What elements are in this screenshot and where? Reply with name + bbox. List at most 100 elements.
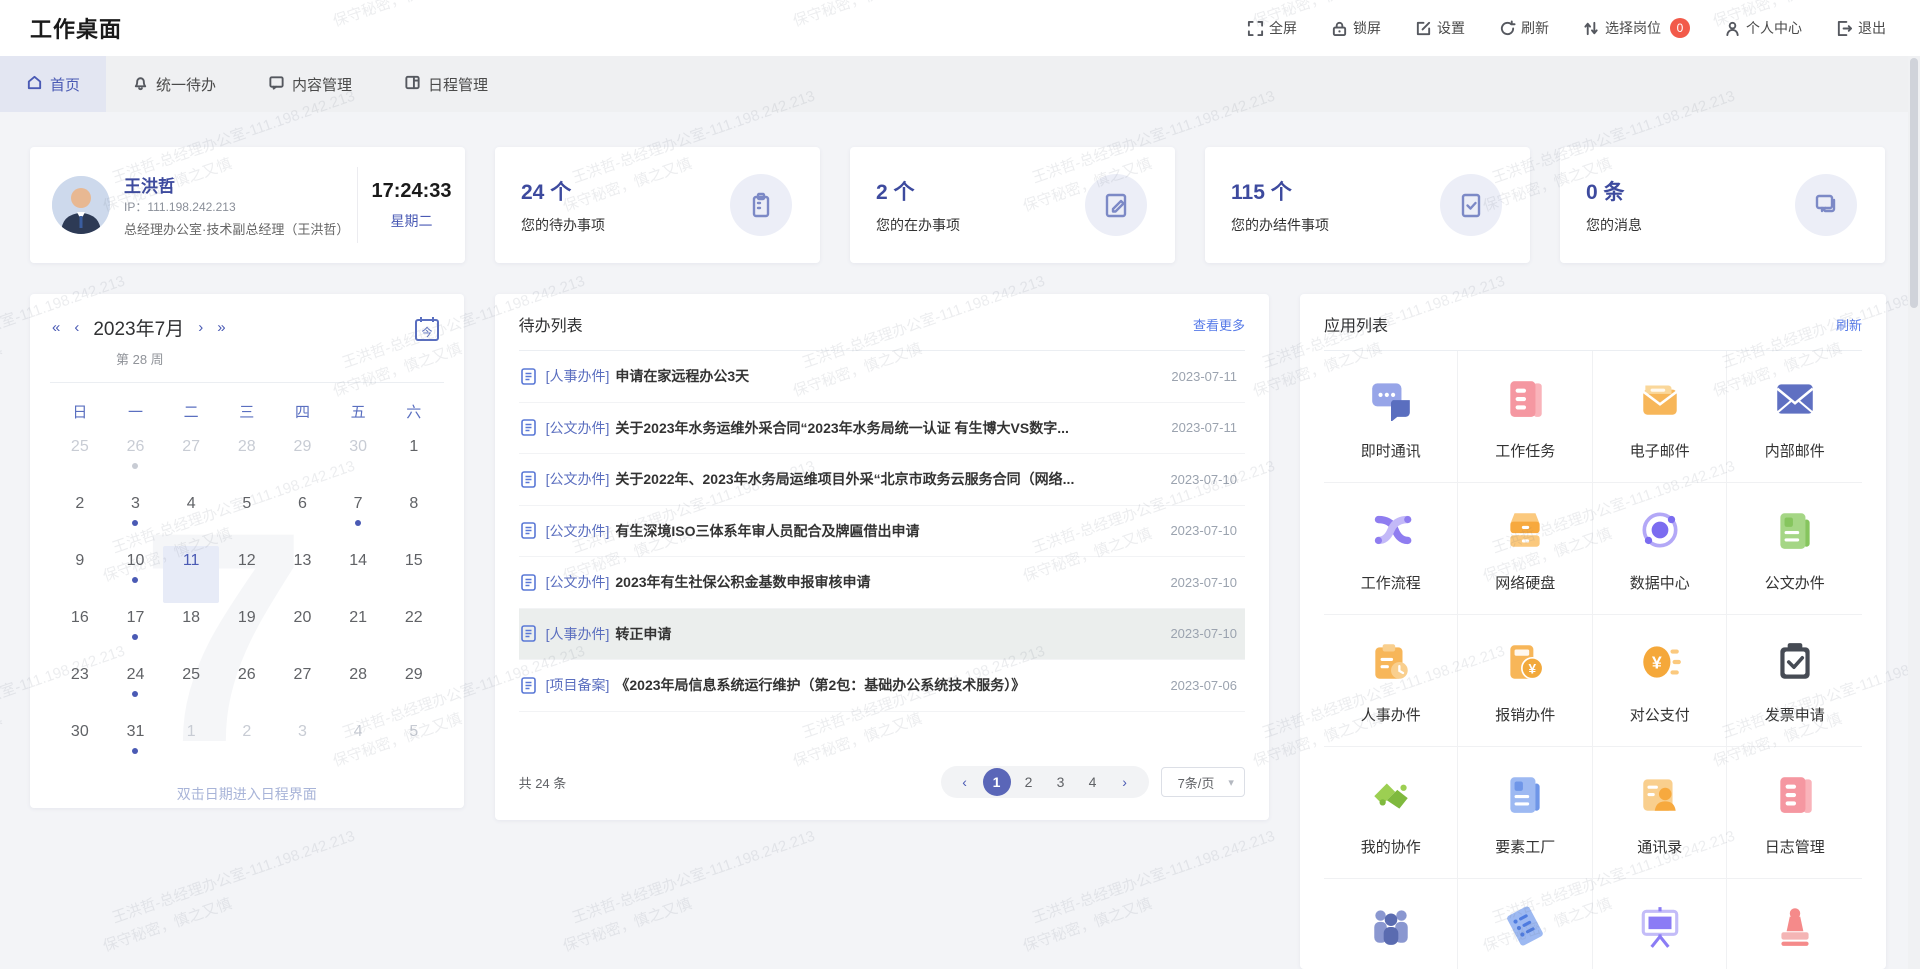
calendar-day[interactable]: 4 (163, 489, 219, 546)
calendar-day[interactable]: 25 (52, 432, 108, 489)
header-action-刷新[interactable]: 刷新 (1499, 18, 1549, 38)
calendar-day[interactable]: 27 (163, 432, 219, 489)
tab-统一待办[interactable]: 统一待办 (106, 56, 242, 112)
next-page-button[interactable]: › (1111, 768, 1139, 796)
header-action-锁屏[interactable]: 锁屏 (1331, 18, 1381, 38)
todo-item[interactable]: [人事办件]转正申请2023-07-10 (519, 609, 1245, 661)
calendar-day[interactable]: 5 (386, 717, 442, 774)
app-人事办件[interactable]: 人事办件 (1324, 615, 1459, 747)
calendar-day[interactable]: 26 (219, 660, 275, 717)
page-button-2[interactable]: 2 (1015, 768, 1043, 796)
calendar-day[interactable]: 4 (330, 717, 386, 774)
header-action-个人中心[interactable]: 个人中心 (1724, 18, 1802, 38)
prev-month-button[interactable]: ‹ (74, 319, 79, 336)
stat-card-4[interactable]: 0 条您的消息 (1560, 147, 1885, 263)
calendar-day[interactable]: 25 (163, 660, 219, 717)
calendar-day[interactable]: 2 (52, 489, 108, 546)
header-action-选择岗位[interactable]: 选择岗位0 (1583, 18, 1690, 38)
app-我的协作[interactable]: 我的协作 (1324, 747, 1459, 879)
header-action-退出[interactable]: 退出 (1836, 18, 1886, 38)
calendar-day[interactable]: 14 (330, 546, 386, 603)
calendar-day[interactable]: 1 (163, 717, 219, 774)
app-即时通讯[interactable]: 即时通讯 (1324, 351, 1459, 483)
todo-item[interactable]: [公文办件]关于2023年水务运维外采合同“2023年水务局统一认证 有生博大V… (519, 403, 1245, 455)
calendar-day[interactable]: 18 (163, 603, 219, 660)
calendar-day[interactable]: 28 (219, 432, 275, 489)
todo-page-size-select[interactable]: 7条/页 ▾ (1161, 767, 1245, 797)
stat-card-3[interactable]: 115 个您的办结件事项 (1205, 147, 1530, 263)
app-工作任务[interactable]: 工作任务 (1458, 351, 1593, 483)
calendar-day[interactable]: 24 (108, 660, 164, 717)
calendar-day[interactable]: 29 (275, 432, 331, 489)
calendar-day[interactable]: 3 (275, 717, 331, 774)
calendar-day[interactable]: 6 (275, 489, 331, 546)
calendar-day[interactable]: 12 (219, 546, 275, 603)
header-action-全屏[interactable]: 全屏 (1247, 18, 1297, 38)
stat-card-2[interactable]: 2 个您的在办事项 (850, 147, 1175, 263)
calendar-day[interactable]: 28 (330, 660, 386, 717)
todo-item[interactable]: [公文办件]2023年有生社保公积金基数申报审核申请2023-07-10 (519, 557, 1245, 609)
calendar-day[interactable]: 19 (219, 603, 275, 660)
app-日志管理[interactable]: 日志管理 (1727, 747, 1862, 879)
calendar-day[interactable]: 8 (386, 489, 442, 546)
app-paper-tilt-icon[interactable] (1458, 879, 1593, 969)
tab-日程管理[interactable]: 日程管理 (378, 56, 514, 112)
stat-card-1[interactable]: 24 个您的待办事项 (495, 147, 820, 263)
calendar-day[interactable]: 10 (108, 546, 164, 603)
app-board-icon[interactable] (1593, 879, 1728, 969)
page-button-4[interactable]: 4 (1079, 768, 1107, 796)
app-电子邮件[interactable]: 电子邮件 (1593, 351, 1728, 483)
todo-item[interactable]: [项目备案]《2023年局信息系统运行维护（第2包：基础办公系统技术服务）》20… (519, 660, 1245, 712)
calendar-day[interactable]: 30 (52, 717, 108, 774)
calendar-day[interactable]: 21 (330, 603, 386, 660)
calendar-hint[interactable]: 双击日期进入日程界面 (52, 774, 442, 808)
header-action-设置[interactable]: 设置 (1415, 18, 1465, 38)
calendar-day[interactable]: 20 (275, 603, 331, 660)
calendar-day[interactable]: 29 (386, 660, 442, 717)
prev-year-button[interactable]: « (52, 319, 60, 336)
app-要素工厂[interactable]: 要素工厂 (1458, 747, 1593, 879)
calendar-day[interactable]: 5 (219, 489, 275, 546)
app-通讯录[interactable]: 通讯录 (1593, 747, 1728, 879)
page-button-3[interactable]: 3 (1047, 768, 1075, 796)
calendar-day[interactable]: 7 (330, 489, 386, 546)
apps-refresh-link[interactable]: 刷新 (1836, 315, 1862, 334)
calendar-day[interactable]: 31 (108, 717, 164, 774)
app-网络硬盘[interactable]: 网络硬盘 (1458, 483, 1593, 615)
calendar-day[interactable]: 1 (386, 432, 442, 489)
calendar-day[interactable]: 26 (108, 432, 164, 489)
calendar-day[interactable]: 30 (330, 432, 386, 489)
tab-首页[interactable]: 首页 (0, 56, 106, 112)
todo-item[interactable]: [公文办件]关于2022年、2023年水务局运维项目外采“北京市政务云服务合同（… (519, 454, 1245, 506)
app-公文办件[interactable]: 公文办件 (1727, 483, 1862, 615)
tab-内容管理[interactable]: 内容管理 (242, 56, 378, 112)
page-scrollbar[interactable] (1908, 56, 1920, 969)
next-year-button[interactable]: » (217, 319, 225, 336)
calendar-day[interactable]: 16 (52, 603, 108, 660)
today-icon[interactable]: 今 (412, 314, 442, 349)
app-内部邮件[interactable]: 内部邮件 (1727, 351, 1862, 483)
app-发票申请[interactable]: 发票申请 (1727, 615, 1862, 747)
app-数据中心[interactable]: 数据中心 (1593, 483, 1728, 615)
prev-page-button[interactable]: ‹ (951, 768, 979, 796)
app-people-icon[interactable] (1324, 879, 1459, 969)
todo-item[interactable]: [人事办件]申请在家远程办公3天2023-07-11 (519, 351, 1245, 403)
app-工作流程[interactable]: 工作流程 (1324, 483, 1459, 615)
app-报销办件[interactable]: ¥报销办件 (1458, 615, 1593, 747)
calendar-day[interactable]: 3 (108, 489, 164, 546)
calendar-day[interactable]: 2 (219, 717, 275, 774)
calendar-day[interactable]: 27 (275, 660, 331, 717)
page-button-1[interactable]: 1 (983, 768, 1011, 796)
app-对公支付[interactable]: ¥对公支付 (1593, 615, 1728, 747)
calendar-day[interactable]: 9 (52, 546, 108, 603)
view-more-link[interactable]: 查看更多 (1193, 315, 1245, 334)
scrollbar-thumb[interactable] (1910, 58, 1918, 308)
calendar-day-selected[interactable]: 11 (163, 546, 219, 603)
calendar-day[interactable]: 13 (275, 546, 331, 603)
calendar-day[interactable]: 23 (52, 660, 108, 717)
calendar-day[interactable]: 22 (386, 603, 442, 660)
calendar-day[interactable]: 15 (386, 546, 442, 603)
calendar-day[interactable]: 17 (108, 603, 164, 660)
next-month-button[interactable]: › (198, 319, 203, 336)
app-stamp-icon[interactable] (1727, 879, 1862, 969)
